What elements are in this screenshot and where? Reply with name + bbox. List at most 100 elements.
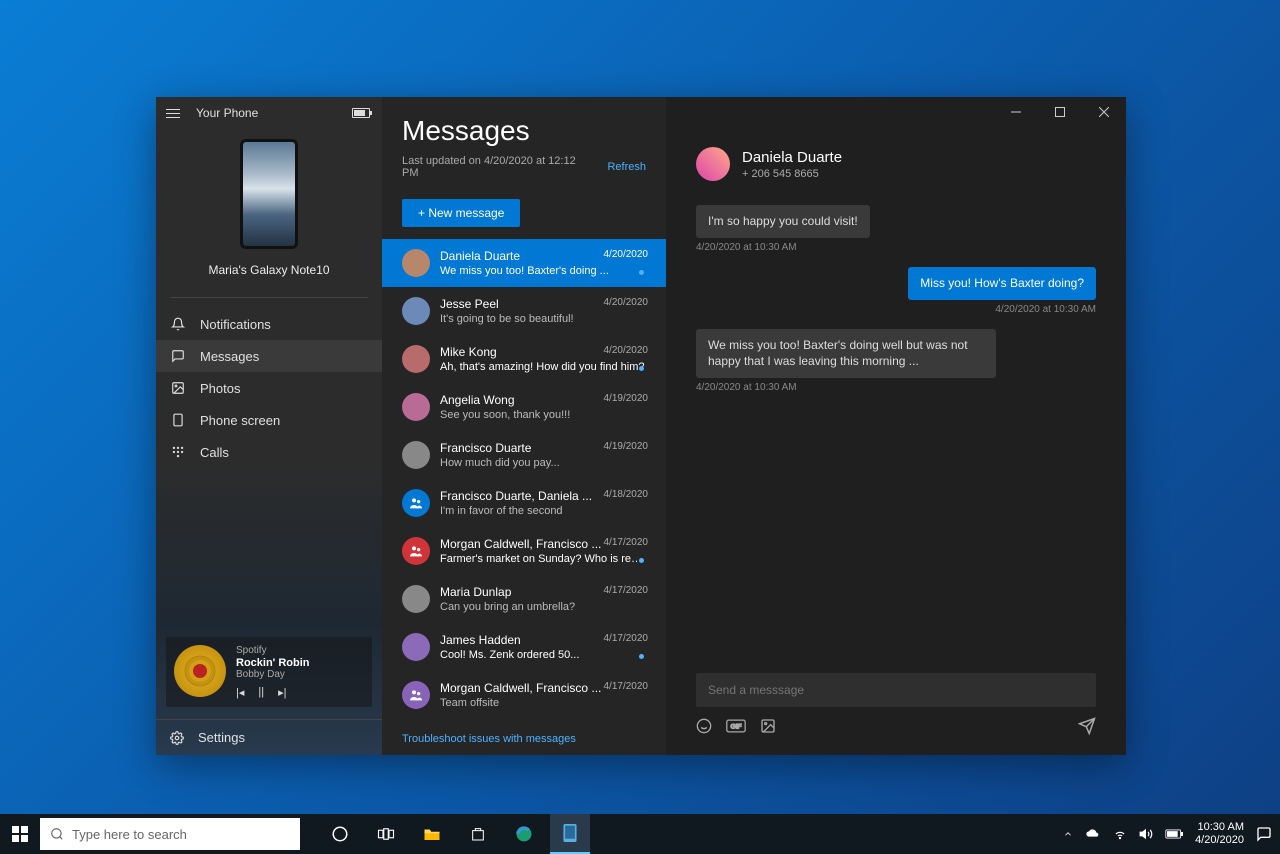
thread-item[interactable]: Morgan Caldwell, Francisco ...Team offsi… [382,671,666,719]
store-icon[interactable] [458,814,498,854]
messages-heading: Messages [402,115,646,147]
thread-avatar [402,585,430,613]
media-widget[interactable]: Spotify Rockin' Robin Bobby Day |◂ || ▸| [166,637,372,707]
device-name: Maria's Galaxy Note10 [208,263,329,277]
troubleshoot-link[interactable]: Troubleshoot issues with messages [382,727,666,755]
thread-preview: Ah, that's amazing! How did you find him… [440,361,646,373]
thread-date: 4/17/2020 [604,681,649,692]
thread-item[interactable]: Morgan Caldwell, Francisco ...Farmer's m… [382,527,666,575]
thread-item[interactable]: Francisco Duarte, Daniela ...I'm in favo… [382,479,666,527]
sidebar: Your Phone Maria's Galaxy Note10 Notific… [156,97,382,755]
thread-item[interactable]: Daniela DuarteWe miss you too! Baxter's … [382,239,666,287]
phone-screen-icon [170,412,186,428]
nav-messages[interactable]: Messages [156,340,382,372]
gif-icon[interactable]: GIF [726,719,746,733]
settings-label: Settings [198,730,245,745]
thread-preview: Team offsite [440,697,646,709]
contact-phone: + 206 545 8665 [742,168,842,180]
emoji-icon[interactable] [696,718,712,734]
thread-date: 4/20/2020 [604,297,649,308]
bell-icon [170,316,186,332]
search-icon [50,827,64,841]
thread-avatar [402,681,430,709]
thread-item[interactable]: Angelia WongSee you soon, thank you!!!4/… [382,383,666,431]
file-explorer-icon[interactable] [412,814,452,854]
compose-area: GIF [666,673,1126,755]
thread-avatar [402,345,430,373]
taskbar-search[interactable]: Type here to search [40,818,300,850]
unread-dot-icon [639,654,644,659]
cortana-icon[interactable] [320,814,360,854]
next-track-icon[interactable]: ▸| [278,686,286,699]
search-placeholder: Type here to search [72,827,187,842]
nav-label: Photos [200,381,240,396]
nav-notifications[interactable]: Notifications [156,308,382,340]
wifi-icon[interactable] [1113,827,1127,841]
thread-item[interactable]: Jesse PeelIt's going to be so beautiful!… [382,287,666,335]
dialpad-icon [170,444,186,460]
message-timestamp: 4/20/2020 at 10:30 AM [696,242,797,253]
thread-preview: How much did you pay... [440,457,646,469]
send-icon[interactable] [1078,717,1096,735]
onedrive-icon[interactable] [1085,828,1101,840]
message-bubble: I'm so happy you could visit! [696,205,870,238]
action-center-icon[interactable] [1256,826,1272,842]
contact-avatar[interactable] [696,147,730,181]
maximize-button[interactable] [1038,97,1082,127]
phone-preview[interactable]: Maria's Galaxy Note10 [156,129,382,287]
thread-date: 4/20/2020 [604,345,649,356]
nav-photos[interactable]: Photos [156,372,382,404]
thread-preview: It's going to be so beautiful! [440,313,646,325]
media-track: Rockin' Robin [236,657,364,669]
message-bubble: Miss you! How's Baxter doing? [908,267,1096,300]
tray-chevron-icon[interactable] [1063,829,1073,839]
media-service: Spotify [236,645,364,656]
your-phone-window: Your Phone Maria's Galaxy Note10 Notific… [156,97,1126,755]
thread-item[interactable]: James HaddenCool! Ms. Zenk ordered 50...… [382,623,666,671]
gear-icon [170,731,184,745]
minimize-button[interactable] [994,97,1038,127]
nav-calls[interactable]: Calls [156,436,382,468]
message-input[interactable] [696,673,1096,707]
nav-phone-screen[interactable]: Phone screen [156,404,382,436]
thread-avatar [402,537,430,565]
image-icon[interactable] [760,718,776,734]
thread-item[interactable]: Maria DunlapCan you bring an umbrella?4/… [382,575,666,623]
thread-item[interactable]: Francisco DuarteHow much did you pay...4… [382,431,666,479]
thread-preview: I'm in favor of the second [440,505,646,517]
titlebar: Your Phone [156,97,382,129]
thread-avatar [402,633,430,661]
nav-label: Messages [200,349,259,364]
prev-track-icon[interactable]: |◂ [236,686,244,699]
close-button[interactable] [1082,97,1126,127]
battery-icon [352,108,370,118]
thread-date: 4/19/2020 [604,393,649,404]
thread-item[interactable]: Mike KongAh, that's amazing! How did you… [382,335,666,383]
last-updated: Last updated on 4/20/2020 at 12:12 PM [402,155,589,179]
battery-tray-icon[interactable] [1165,829,1183,839]
hamburger-icon[interactable] [166,103,186,123]
refresh-link[interactable]: Refresh [607,161,646,173]
taskbar-clock[interactable]: 10:30 AM 4/20/2020 [1195,821,1244,847]
message-timestamp: 4/20/2020 at 10:30 AM [696,382,797,393]
chat-body[interactable]: I'm so happy you could visit! 4/20/2020 a… [666,195,1126,673]
thread-date: 4/17/2020 [604,633,649,644]
thread-date: 4/20/2020 [604,249,649,260]
new-message-button[interactable]: + New message [402,199,520,227]
app-title: Your Phone [196,106,258,120]
pause-icon[interactable]: || [258,686,264,699]
message-timestamp: 4/20/2020 at 10:30 AM [995,304,1096,315]
your-phone-taskbar-icon[interactable] [550,814,590,854]
message-bubble: We miss you too! Baxter's doing well but… [696,329,996,379]
thread-preview: See you soon, thank you!!! [440,409,646,421]
task-view-icon[interactable] [366,814,406,854]
thread-preview: Farmer's market on Sunday? Who is ready … [440,553,646,565]
volume-icon[interactable] [1139,827,1153,841]
nav-settings[interactable]: Settings [156,719,382,755]
message-row: Miss you! How's Baxter doing? 4/20/2020 a… [696,267,1096,315]
thread-list[interactable]: Daniela DuarteWe miss you too! Baxter's … [382,239,666,727]
thread-date: 4/18/2020 [604,489,649,500]
start-button[interactable] [0,814,40,854]
edge-icon[interactable] [504,814,544,854]
thread-panel: Messages Last updated on 4/20/2020 at 12… [382,97,666,755]
